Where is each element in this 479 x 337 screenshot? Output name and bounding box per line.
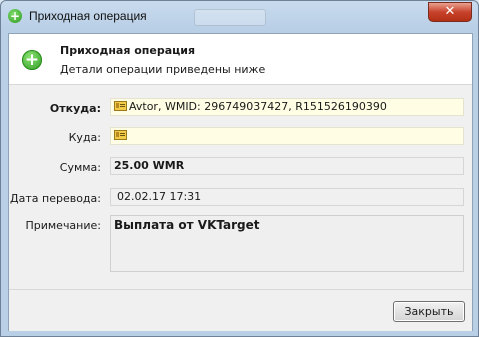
note-field[interactable]: Выплата от VKTarget	[110, 215, 464, 272]
title-bar[interactable]: + Приходная операция ✕	[1, 1, 478, 33]
dialog-header: + Приходная операция Детали операции при…	[9, 34, 472, 85]
background-window-ghost	[194, 9, 266, 26]
id-card-icon	[114, 101, 127, 111]
window-close-button[interactable]: ✕	[428, 2, 472, 22]
to-label: Куда:	[68, 131, 101, 144]
plus-icon: +	[22, 50, 42, 70]
amount-field[interactable]: 25.00 WMR	[110, 157, 464, 175]
close-button[interactable]: Закрыть	[393, 301, 465, 322]
date-field[interactable]: 02.02.17 17:31	[110, 188, 464, 206]
dialog-body: + Приходная операция Детали операции при…	[8, 33, 473, 331]
app-plus-icon: +	[8, 9, 22, 23]
amount-value: 25.00 WMR	[114, 159, 185, 172]
window-title: Приходная операция	[29, 9, 147, 23]
from-field[interactable]: Avtor, WMID: 296749037427, R151526190390	[110, 98, 464, 116]
to-field[interactable]	[110, 127, 464, 145]
amount-label: Сумма:	[59, 161, 101, 174]
header-subtitle: Детали операции приведены ниже	[60, 63, 266, 76]
header-title: Приходная операция	[60, 44, 196, 57]
note-value: Выплата от VKTarget	[114, 218, 260, 232]
dialog-window: + Приходная операция ✕ + Приходная опера…	[0, 0, 479, 337]
dialog-footer: Закрыть	[9, 289, 472, 331]
note-label: Примечание:	[25, 219, 101, 232]
date-label: Дата перевода:	[10, 192, 101, 205]
date-value: 02.02.17 17:31	[117, 190, 202, 203]
from-value: Avtor, WMID: 296749037427, R151526190390	[129, 100, 387, 113]
id-card-icon	[114, 130, 127, 140]
from-label: Откуда:	[49, 102, 101, 115]
